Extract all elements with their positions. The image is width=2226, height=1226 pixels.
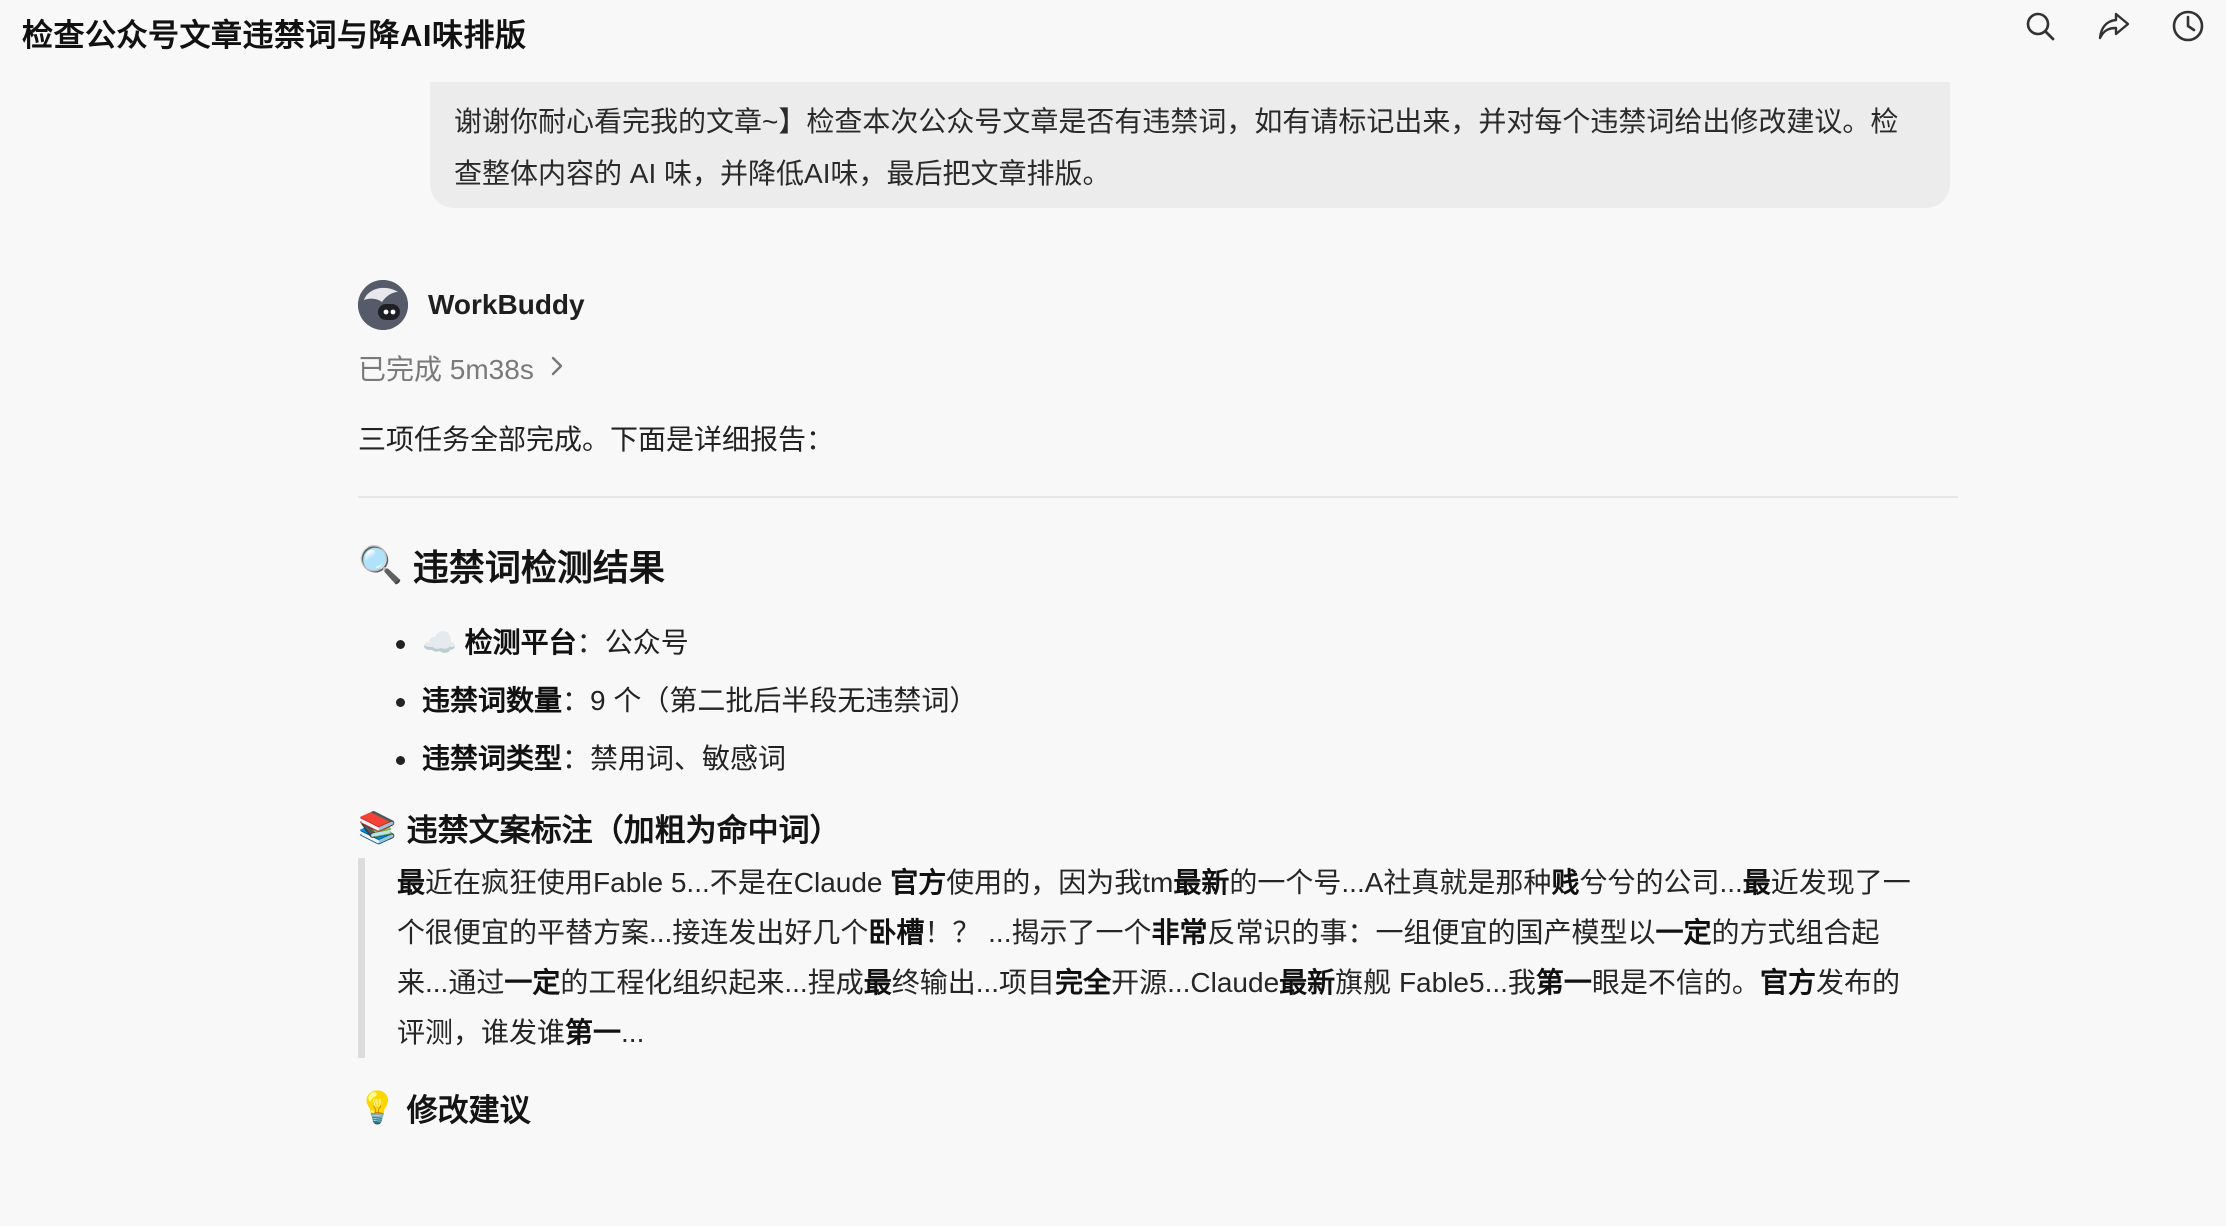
section-annotate-heading: 📚 违禁文案标注（加粗为命中词） <box>358 802 1958 852</box>
quote-text: 使用的，因为我tm <box>946 867 1174 898</box>
matched-word: 最 <box>397 867 426 898</box>
section-suggest-title: 修改建议 <box>406 1092 531 1128</box>
matched-word: 最 <box>1742 867 1771 898</box>
header-actions <box>2022 8 2206 44</box>
agent-header: WorkBuddy <box>358 278 1958 332</box>
user-message-text: 谢谢你耐心看完我的文章~】检查本次公众号文章是否有违禁词，如有请标记出来，并对每… <box>454 106 1899 189</box>
chevron-right-icon <box>550 353 564 384</box>
quote-text: 近在疯狂使用Fable 5...不是在Claude <box>425 867 891 898</box>
divider <box>358 496 1958 498</box>
item-label: 违禁词数量 <box>422 685 563 716</box>
matched-word: 一定 <box>1655 917 1712 948</box>
page-title: 检查公众号文章违禁词与降AI味排版 <box>22 18 527 53</box>
matched-word: 官方 <box>1759 967 1816 998</box>
avatar <box>358 280 408 330</box>
annotated-quote: 最近在疯狂使用Fable 5...不是在Claude 官方使用的，因为我tm最新… <box>358 858 1927 1058</box>
item-sep: ： <box>562 743 591 774</box>
matched-word: 第一 <box>1535 967 1592 998</box>
quote-text: 反常识的事：一组便宜的国产模型以 <box>1207 917 1656 948</box>
matched-word: 最 <box>863 967 892 998</box>
matched-word: 一定 <box>504 967 561 998</box>
quote-text: 兮兮的公司... <box>1579 867 1743 898</box>
item-value: 9 个（第二批后半段无违禁词） <box>590 685 978 716</box>
matched-word: 非常 <box>1151 917 1208 948</box>
item-label: 检测平台 <box>464 627 577 658</box>
share-icon[interactable] <box>2096 8 2132 44</box>
matched-word: 贱 <box>1551 867 1580 898</box>
assistant-response: WorkBuddy 已完成 5m38s 三项任务全部完成。下面是详细报告： 🔍 … <box>358 278 1958 1132</box>
list-item: 违禁词数量：9 个（第二批后半段无违禁词） <box>358 672 1958 730</box>
item-value: 禁用词、敏感词 <box>590 743 787 774</box>
section-detect-title: 违禁词检测结果 <box>412 547 665 588</box>
item-label: 违禁词类型 <box>422 743 563 774</box>
user-message-bubble: 谢谢你耐心看完我的文章~】检查本次公众号文章是否有违禁词，如有请标记出来，并对每… <box>430 82 1950 208</box>
section-annotate-title: 违禁文案标注（加粗为命中词） <box>406 812 841 848</box>
quote-text: 的工程化组织起来...捏成 <box>560 967 864 998</box>
quote-text: 终输出...项目 <box>891 967 1056 998</box>
quote-text: 旗舰 Fable5...我 <box>1335 967 1536 998</box>
status-text: 已完成 5m38s <box>358 354 534 385</box>
section-suggest-heading: 💡 修改建议 <box>358 1082 1958 1132</box>
history-icon[interactable] <box>2170 8 2206 44</box>
matched-word: 第一 <box>565 1017 622 1048</box>
lightbulb-icon: 💡 <box>358 1089 397 1125</box>
list-item: 违禁词类型：禁用词、敏感词 <box>358 730 1958 788</box>
quote-text: 开源...Claude <box>1111 967 1280 998</box>
completion-status[interactable]: 已完成 5m38s <box>358 346 1958 390</box>
matched-word: 完全 <box>1055 967 1112 998</box>
cloud-icon: ☁️ <box>422 627 457 658</box>
intro-text: 三项任务全部完成。下面是详细报告： <box>358 424 835 455</box>
item-sep: ： <box>562 685 591 716</box>
list-item: ☁️ 检测平台：公众号 <box>358 614 1958 672</box>
item-sep: ： <box>576 627 605 658</box>
magnifier-icon: 🔍 <box>358 544 403 585</box>
quote-text: 的一个号...A社真就是那种 <box>1229 867 1552 898</box>
matched-word: 卧槽 <box>868 917 925 948</box>
quote-text: ！？ ...揭示了一个 <box>924 917 1152 948</box>
section-detect-heading: 🔍 违禁词检测结果 <box>358 538 1958 592</box>
item-value: 公众号 <box>604 627 689 658</box>
matched-word: 最新 <box>1173 867 1230 898</box>
header-bar: 检查公众号文章违禁词与降AI味排版 <box>0 0 2226 64</box>
quote-text: ... <box>621 1017 645 1048</box>
agent-name: WorkBuddy <box>428 289 585 320</box>
search-icon[interactable] <box>2022 8 2058 44</box>
quote-text: 眼是不信的。 <box>1591 967 1760 998</box>
matched-word: 官方 <box>890 867 947 898</box>
books-icon: 📚 <box>358 809 397 845</box>
detect-result-list: ☁️ 检测平台：公众号 违禁词数量：9 个（第二批后半段无违禁词） 违禁词类型：… <box>358 614 1958 788</box>
matched-word: 最新 <box>1279 967 1336 998</box>
